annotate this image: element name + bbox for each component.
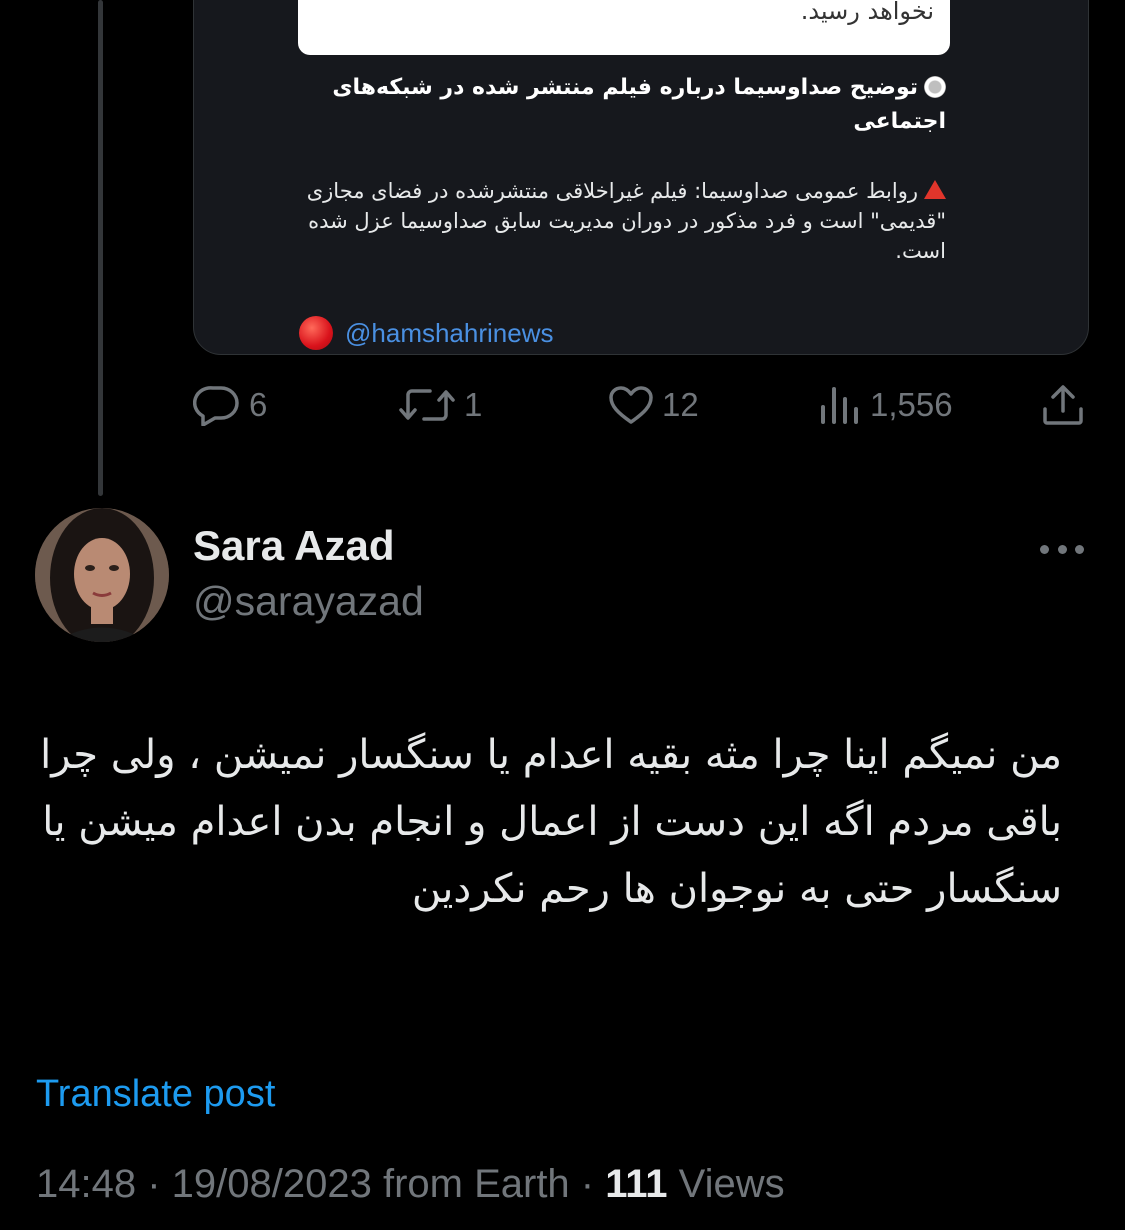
red-triangle-icon: [924, 180, 946, 199]
quoted-source: @hamshahrinews: [299, 316, 553, 350]
tweet-text: من نمیگم اینا چرا مثه بقیه اعدام یا سنگس…: [40, 732, 1062, 912]
post-action-bar: 6 1 12 1,556: [193, 380, 1093, 430]
tweet-detail-page: نخواهد رسید. توضیح صداوسیما درباره فیلم …: [0, 0, 1125, 1230]
reply-button[interactable]: 6: [193, 380, 267, 430]
like-count: 12: [662, 386, 699, 423]
thread-connector-line: [98, 0, 103, 496]
like-button[interactable]: 12: [608, 380, 699, 430]
share-icon: [1043, 385, 1083, 425]
repost-button[interactable]: 1: [398, 380, 482, 430]
quoted-image-caption-box: نخواهد رسید.: [298, 0, 950, 55]
quoted-body: روابط عمومی صداوسیما: فیلم غیراخلاقی منت…: [266, 176, 946, 266]
quoted-headline-text: توضیح صداوسیما درباره فیلم منتشر شده در …: [332, 75, 946, 134]
share-button[interactable]: [1041, 380, 1085, 430]
reply-icon: [193, 386, 239, 426]
reply-count: 6: [249, 386, 268, 423]
like-icon: [609, 386, 653, 424]
red-circle-icon: [299, 316, 333, 350]
quoted-image-caption: نخواهد رسید.: [800, 0, 934, 25]
post-views-count: 111: [605, 1162, 668, 1206]
more-icon[interactable]: [1040, 542, 1084, 556]
author-name[interactable]: Sara Azad: [193, 522, 395, 570]
views-count: 1,556: [870, 386, 953, 423]
repost-count: 1: [464, 386, 483, 423]
quoted-headline: توضیح صداوسیما درباره فیلم منتشر شده در …: [286, 71, 946, 139]
post-views-label: Views: [667, 1162, 785, 1206]
views-button[interactable]: 1,556: [818, 380, 953, 430]
post-timestamp[interactable]: 14:48 · 19/08/2023 from Earth ·: [36, 1162, 605, 1206]
quoted-body-text: روابط عمومی صداوسیما: فیلم غیراخلاقی منت…: [306, 179, 946, 263]
avatar-image: [35, 508, 169, 642]
repost-icon: [399, 389, 455, 421]
author-handle[interactable]: @sarayazad: [193, 578, 424, 625]
avatar[interactable]: [35, 508, 169, 642]
post-meta: 14:48 · 19/08/2023 from Earth · 111 View…: [36, 1162, 785, 1207]
quoted-post-card[interactable]: نخواهد رسید. توضیح صداوسیما درباره فیلم …: [193, 0, 1089, 355]
quoted-source-handle[interactable]: @hamshahrinews: [345, 318, 553, 349]
views-icon: [821, 387, 858, 424]
radio-bullet-icon: [924, 76, 946, 98]
translate-post-link[interactable]: Translate post: [36, 1073, 275, 1116]
